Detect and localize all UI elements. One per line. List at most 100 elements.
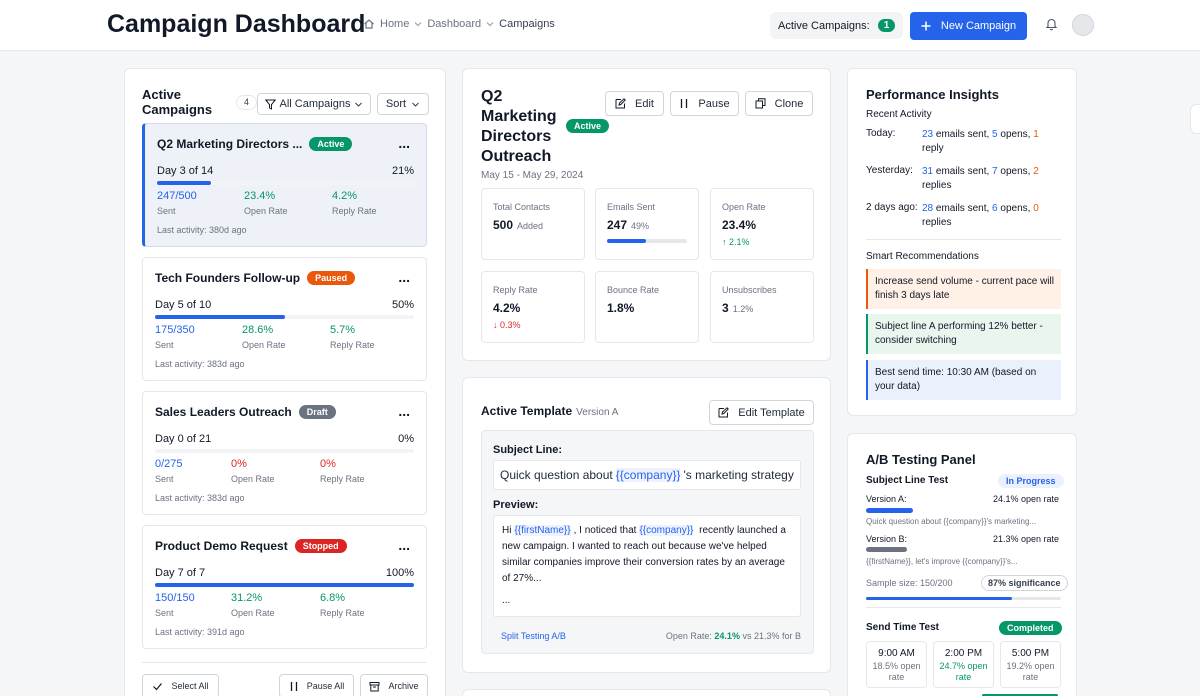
time-slot: 5:00 PM [1011, 648, 1050, 659]
panel-title-text: Active Campaigns [142, 87, 213, 117]
campaign-progress-bar [157, 181, 416, 185]
more-options-button[interactable]: ... [398, 135, 410, 151]
campaign-day: Day 0 of 21 [155, 433, 212, 445]
clone-label: Clone [774, 97, 804, 110]
metric-emails-sent: Emails Sent 247 49% [595, 188, 699, 260]
preview-ellipsis: ... [502, 595, 511, 606]
campaign-name-text: Product Demo Request [155, 539, 288, 553]
select-all-button[interactable]: Select All [142, 674, 219, 696]
metric-sub: Added [517, 221, 544, 231]
emails-count: 23 [922, 129, 934, 140]
campaign-progress-bar [155, 449, 414, 453]
metric-value-text: 500 [493, 218, 514, 232]
progress-fill [607, 239, 647, 243]
reply-rate-stat: 4.2% Reply Rate [332, 190, 377, 216]
more-options-button[interactable]: ... [398, 269, 410, 285]
avatar[interactable] [1072, 14, 1094, 36]
activity-text: replies [922, 217, 952, 228]
campaign-card[interactable]: Sales Leaders Outreach Draft ... Day 0 of… [142, 391, 427, 515]
metric-sub: 1.2% [732, 304, 754, 314]
performance-insights-panel: Performance Insights Recent Activity Tod… [847, 68, 1077, 416]
activity-text: replies [922, 180, 952, 191]
new-campaign-button[interactable]: New Campaign [910, 12, 1027, 40]
subject-line-field[interactable]: Quick question about {{company}}'s market… [493, 460, 801, 490]
bell-icon[interactable] [1045, 17, 1058, 31]
last-activity: Last activity: 380d ago [157, 225, 247, 235]
edit-icon [615, 98, 626, 109]
breadcrumb-dashboard[interactable]: Dashboard [427, 18, 481, 30]
filter-dropdown[interactable]: All Campaigns [257, 93, 371, 115]
breadcrumb-campaigns: Campaigns [499, 18, 555, 30]
campaign-count-badge: 4 [236, 95, 257, 110]
time-slot-rate: 18.5% open rate [872, 661, 921, 682]
split-testing-link[interactable]: Split Testing A/B [501, 631, 566, 641]
status-badge: Active [566, 119, 610, 133]
version-a-bar [866, 508, 913, 513]
open-rate-b: vs 21.3% for B [742, 631, 801, 641]
progress-fill [157, 181, 212, 185]
home-icon[interactable] [363, 18, 375, 30]
chevron-down-icon [411, 100, 420, 109]
reply-rate-stat: 5.7% Reply Rate [330, 324, 375, 350]
template-title-text: Active Template [481, 404, 573, 418]
template-title: Active Template Version A [481, 404, 618, 418]
metric-value: 4.2% [493, 301, 521, 315]
pause-button[interactable]: Pause [670, 91, 739, 116]
sample-size: Sample size: 150/200 [866, 578, 953, 588]
campaign-title-line: Q2 [481, 88, 503, 105]
active-campaigns-indicator: Active Campaigns: 1 [770, 12, 904, 39]
recommendation-item: Best send time: 10:30 AM (based on your … [866, 360, 1061, 400]
active-campaigns-panel: Active Campaigns 4 All Campaigns Sort Q2… [124, 68, 446, 696]
campaign-card[interactable]: Product Demo Request Stopped ... Day 7 of… [142, 525, 427, 649]
time-slot-rate: 24.7% open rate [939, 661, 988, 682]
time-slot: 9:00 AM [878, 648, 915, 659]
edit-button[interactable]: Edit [605, 91, 664, 116]
side-drawer-handle[interactable] [1190, 104, 1200, 134]
activity-day: 2 days ago: [866, 202, 918, 213]
version-b-rate: 21.3% open rate [992, 534, 1059, 544]
campaign-name: Q2 Marketing Directors ... Active [157, 137, 353, 151]
campaign-day: Day 7 of 7 [155, 567, 206, 579]
edit-template-button[interactable]: Edit Template [709, 400, 814, 425]
time-slot-card: 2:00 PM 24.7% open rate [933, 641, 994, 688]
pause-label: Pause [698, 97, 730, 110]
reply-rate-value: 4.2% [332, 190, 358, 202]
activity-row: 2 days ago: 28 emails sent, 6 opens, 0 r… [866, 202, 1061, 230]
pause-icon [289, 681, 299, 692]
campaign-day: Day 3 of 14 [157, 165, 214, 177]
activity-day: Today: [866, 128, 896, 139]
breadcrumb-home[interactable]: Home [380, 18, 409, 30]
clone-button[interactable]: Clone [745, 91, 813, 116]
open-rate-label: Open Rate [231, 474, 275, 484]
campaign-percent: 21% [391, 165, 414, 177]
copy-icon [755, 98, 766, 109]
more-options-button[interactable]: ... [398, 403, 410, 419]
sent-label: Sent [157, 206, 176, 216]
campaign-card[interactable]: Q2 Marketing Directors ... Active ... Day… [142, 123, 427, 247]
sent-stat: 0/275 Sent [155, 458, 183, 484]
pause-all-label: Pause All [306, 681, 345, 691]
sent-value: 247/500 [157, 190, 197, 202]
sent-label: Sent [155, 474, 174, 484]
campaign-percent: 50% [391, 299, 414, 311]
divider [866, 607, 1061, 608]
reply-rate-value: 6.8% [320, 592, 346, 604]
metric-sub: 49% [631, 221, 650, 231]
ab-testing-panel: A/B Testing Panel Subject Line Test In P… [847, 433, 1077, 696]
reply-rate-label: Reply Rate [320, 474, 365, 484]
subject-line-label: Subject Line: [493, 444, 563, 456]
sort-dropdown[interactable]: Sort [377, 93, 429, 115]
divider [142, 662, 427, 663]
open-rate-value: 23.4% [244, 190, 276, 202]
breadcrumb: Home Dashboard Campaigns [363, 18, 555, 30]
more-options-button[interactable]: ... [398, 537, 410, 553]
campaign-title-line: Marketing [481, 108, 557, 125]
version-b-preview: {{firstName}}, let's improve {{company}}… [866, 557, 1018, 566]
sent-stat: 150/150 Sent [155, 592, 195, 618]
campaign-title-line: Directors [481, 128, 552, 145]
time-slot-rate: 19.2% open rate [1006, 661, 1055, 682]
archive-button[interactable]: Archive [360, 674, 428, 696]
pause-all-button[interactable]: Pause All [279, 674, 354, 696]
metric-label: Open Rate [722, 202, 766, 212]
campaign-card[interactable]: Tech Founders Follow-up Paused ... Day 5 … [142, 257, 427, 381]
